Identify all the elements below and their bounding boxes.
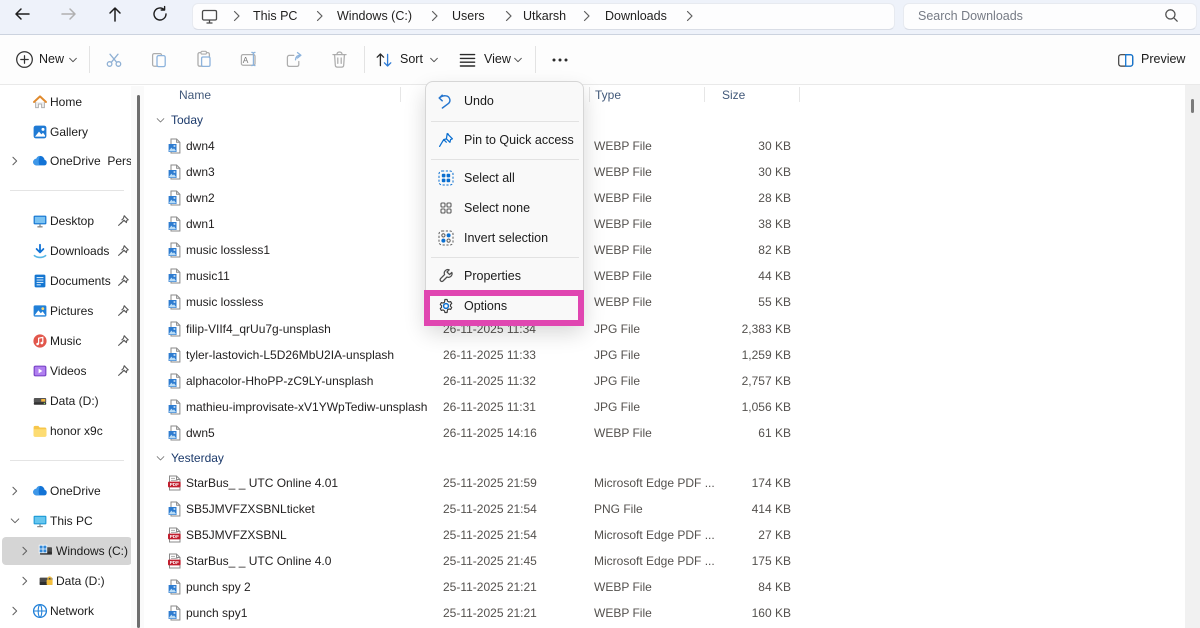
svg-text:A: A [243,55,249,65]
